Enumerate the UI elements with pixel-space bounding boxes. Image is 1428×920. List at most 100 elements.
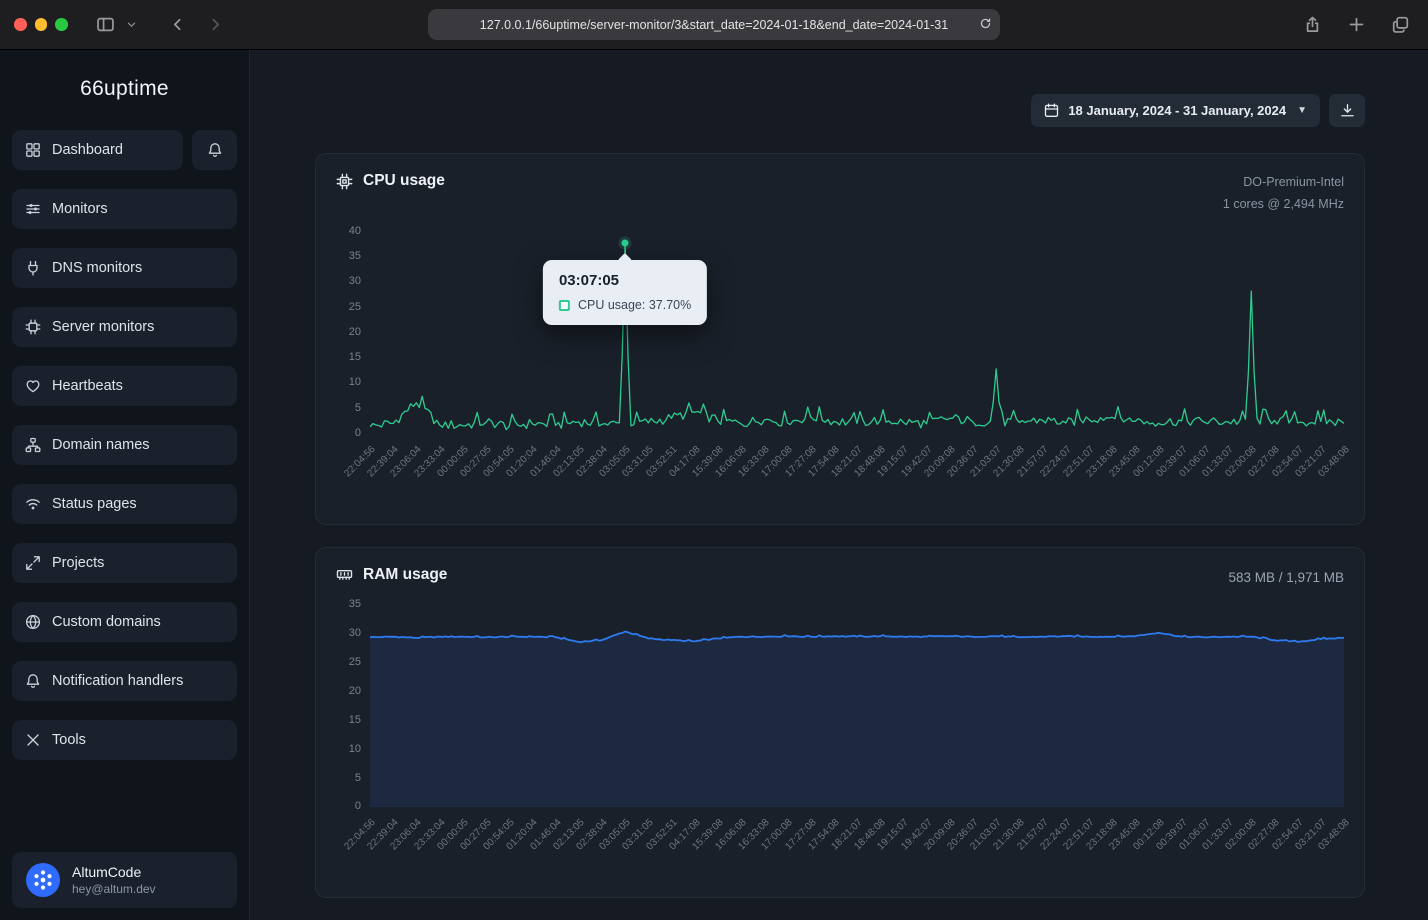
sidebar-item-label: Server monitors xyxy=(52,319,154,335)
server-cores: 1 cores @ 2,494 MHz xyxy=(1223,194,1344,216)
series-swatch xyxy=(559,300,570,311)
sidebar-item-heartbeats[interactable]: Heartbeats xyxy=(12,366,237,406)
user-email: hey@altum.dev xyxy=(72,882,156,896)
y-tick-label: 35 xyxy=(349,250,361,262)
sidebar-item-label: DNS monitors xyxy=(52,260,142,276)
ram-icon xyxy=(336,566,353,583)
sidebar-item-label: Tools xyxy=(52,732,86,748)
bell-icon xyxy=(25,673,41,689)
sidebar-item-notification-handlers[interactable]: Notification handlers xyxy=(12,661,237,701)
date-range-label: 18 January, 2024 - 31 January, 2024 xyxy=(1068,103,1286,118)
tab-overview-icon[interactable] xyxy=(1386,11,1414,39)
notifications-button[interactable] xyxy=(192,130,237,170)
sidebar-item-label: Domain names xyxy=(52,437,150,453)
wifi-icon xyxy=(25,496,41,512)
download-button[interactable] xyxy=(1329,94,1365,127)
y-tick-label: 20 xyxy=(349,326,361,338)
y-tick-label: 20 xyxy=(349,685,361,697)
sidebar-item-label: Heartbeats xyxy=(52,378,123,394)
ram-amount: 583 MB / 1,971 MB xyxy=(1228,566,1344,590)
sidebar-item-domain-names[interactable]: Domain names xyxy=(12,425,237,465)
window-controls xyxy=(14,18,68,31)
sidebar-item-label: Dashboard xyxy=(52,142,123,158)
user-name: AltumCode xyxy=(72,864,156,880)
y-tick-label: 10 xyxy=(349,376,361,388)
cpu-x-axis: 22:04:5622:39:0423:06:0423:33:0400:00:05… xyxy=(370,434,1344,510)
ram-card-title: RAM usage xyxy=(363,566,447,584)
forward-button[interactable] xyxy=(202,11,230,39)
calendar-icon xyxy=(1044,103,1059,118)
chip-icon xyxy=(25,319,41,335)
y-tick-label: 30 xyxy=(349,275,361,287)
y-tick-label: 15 xyxy=(349,714,361,726)
sidebar-item-dns-monitors[interactable]: DNS monitors xyxy=(12,248,237,288)
sidebar-item-custom-domains[interactable]: Custom domains xyxy=(12,602,237,642)
sidebar-item-monitors[interactable]: Monitors xyxy=(12,189,237,229)
chart-tooltip: 03:07:05 CPU usage: 37.70% xyxy=(543,260,707,325)
back-button[interactable] xyxy=(164,11,192,39)
globe-icon xyxy=(25,614,41,630)
sidebar-item-label: Monitors xyxy=(52,201,108,217)
cpu-y-axis: 0510152025303540 xyxy=(336,232,370,434)
y-tick-label: 0 xyxy=(355,800,361,812)
ram-usage-card: RAM usage 583 MB / 1,971 MB 0 5 10 15 20 25 30… xyxy=(315,547,1365,899)
sidebar-item-projects[interactable]: Projects xyxy=(12,543,237,583)
chevron-down-icon[interactable] xyxy=(118,11,146,39)
y-tick-label: 0 xyxy=(355,427,361,439)
minimize-button[interactable] xyxy=(35,18,48,31)
share-icon[interactable] xyxy=(1298,11,1326,39)
server-plan: DO-Premium-Intel xyxy=(1223,172,1344,194)
user-card[interactable]: AltumCode hey@altum.dev xyxy=(12,852,237,908)
ram-y-axis: 05101520253035 xyxy=(336,605,370,807)
cpu-icon xyxy=(336,173,353,190)
brand: 66uptime xyxy=(0,50,249,130)
reload-icon[interactable] xyxy=(979,17,992,33)
y-tick-label: 10 xyxy=(349,743,361,755)
download-icon xyxy=(1340,103,1355,118)
grid-icon xyxy=(25,142,41,158)
sidebar-item-label: Status pages xyxy=(52,496,137,512)
sidebar: 66uptime Dashboard Monitors DNS monitors Se… xyxy=(0,50,250,920)
y-tick-label: 35 xyxy=(349,598,361,610)
cpu-chart[interactable]: 03:07:05 CPU usage: 37.70% xyxy=(370,232,1344,434)
tooltip-value: CPU usage: 37.70% xyxy=(578,298,691,312)
cpu-card-title: CPU usage xyxy=(363,172,445,190)
caret-down-icon: ▼ xyxy=(1297,105,1307,116)
sidebar-nav: Dashboard Monitors DNS monitors Server moni… xyxy=(0,130,249,760)
heart-icon xyxy=(25,378,41,394)
close-button[interactable] xyxy=(14,18,27,31)
date-range-picker[interactable]: 18 January, 2024 - 31 January, 2024 ▼ xyxy=(1031,94,1320,127)
y-tick-label: 25 xyxy=(349,656,361,668)
ram-x-axis: 22:04:5622:39:0423:06:0423:33:0400:00:05… xyxy=(370,807,1344,883)
y-tick-label: 25 xyxy=(349,301,361,313)
ram-chart[interactable] xyxy=(370,605,1344,807)
plug-icon xyxy=(25,260,41,276)
altumcode-logo xyxy=(25,862,61,898)
sidebar-item-label: Notification handlers xyxy=(52,673,183,689)
sliders-icon xyxy=(25,201,41,217)
url-bar[interactable]: 127.0.0.1/66uptime/server-monitor/3&star… xyxy=(428,9,1000,40)
sidebar-item-tools[interactable]: Tools xyxy=(12,720,237,760)
sidebar-toggle-icon[interactable] xyxy=(92,11,120,39)
y-tick-label: 30 xyxy=(349,627,361,639)
tools-icon xyxy=(25,732,41,748)
arrows-icon xyxy=(25,555,41,571)
bell-icon xyxy=(207,142,223,158)
url-text: 127.0.0.1/66uptime/server-monitor/3&star… xyxy=(480,18,948,32)
new-tab-icon[interactable] xyxy=(1342,11,1370,39)
main-content: 18 January, 2024 - 31 January, 2024 ▼ CP… xyxy=(250,50,1428,920)
sidebar-item-label: Custom domains xyxy=(52,614,161,630)
sidebar-item-server-monitors[interactable]: Server monitors xyxy=(12,307,237,347)
topbar: 18 January, 2024 - 31 January, 2024 ▼ xyxy=(315,94,1365,127)
highlight-point xyxy=(622,240,629,247)
y-tick-label: 40 xyxy=(349,225,361,237)
zoom-button[interactable] xyxy=(55,18,68,31)
y-tick-label: 5 xyxy=(355,402,361,414)
tooltip-time: 03:07:05 xyxy=(559,272,691,289)
cpu-usage-card: CPU usage DO-Premium-Intel 1 cores @ 2,4… xyxy=(315,153,1365,525)
sidebar-item-dashboard[interactable]: Dashboard xyxy=(12,130,183,170)
y-tick-label: 5 xyxy=(355,772,361,784)
sidebar-item-status-pages[interactable]: Status pages xyxy=(12,484,237,524)
sidebar-item-label: Projects xyxy=(52,555,104,571)
y-tick-label: 15 xyxy=(349,351,361,363)
